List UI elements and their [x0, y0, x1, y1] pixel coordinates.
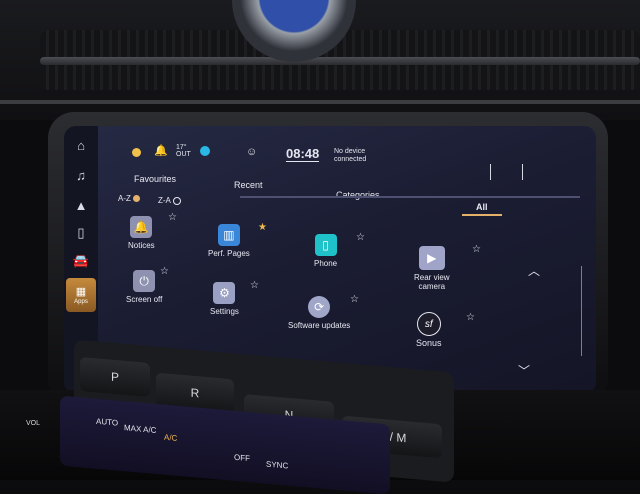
star-icon[interactable]: ☆ — [356, 232, 365, 243]
tab-categories[interactable]: Categories — [336, 190, 380, 200]
bell-icon[interactable]: 🔔 — [154, 144, 168, 157]
app-label: Notices — [128, 241, 155, 250]
profile-icon[interactable]: ☺ — [246, 146, 257, 158]
bar-chart-icon: ▥ — [217, 224, 240, 246]
sidebar-item-apps[interactable]: ▦ Apps — [66, 278, 96, 312]
app-label: Perf. Pages — [208, 249, 250, 258]
star-icon[interactable]: ☆ — [472, 244, 481, 255]
vent-bar — [40, 57, 640, 65]
scroll-down-icon[interactable]: ﹀ — [518, 362, 530, 379]
status-divider-2 — [522, 164, 523, 180]
star-icon[interactable]: ☆ — [350, 294, 359, 305]
phone-side-icon[interactable]: ▯ — [69, 222, 93, 244]
apps-label: Apps — [74, 299, 88, 305]
off-button[interactable]: OFF — [234, 453, 250, 463]
radio-selected-icon — [133, 195, 141, 203]
temp-unit: OUT — [176, 151, 191, 158]
update-icon: ⟳ — [308, 296, 331, 318]
app-label: Settings — [210, 307, 239, 316]
dash-trim — [0, 100, 640, 104]
star-icon[interactable]: ☆ — [160, 266, 169, 277]
gear-icon: ⚙ — [213, 282, 236, 304]
camera-icon: ▶ — [418, 246, 445, 270]
app-perf-pages[interactable]: ▥ Perf. Pages — [208, 224, 250, 258]
outside-temp: 17° OUT — [176, 144, 191, 158]
app-screen-off[interactable]: ⏻ Screen off — [126, 270, 162, 304]
gear-p-label: P — [110, 369, 119, 385]
sort-za[interactable]: Z-A — [158, 196, 181, 205]
apps-grid-icon: ▦ — [75, 286, 87, 298]
active-tab-indicator — [462, 214, 502, 216]
sort-za-label: Z-A — [158, 196, 171, 205]
status-divider — [490, 164, 491, 180]
app-rear-view-camera[interactable]: ▶ Rear view camera — [414, 246, 450, 291]
sort-az-label: A-Z — [118, 194, 131, 203]
tab-favourites[interactable]: Favourites — [134, 174, 176, 184]
auto-button[interactable]: AUTO — [96, 417, 118, 428]
app-sonus[interactable]: sf Sonus — [416, 312, 442, 348]
gear-r-label: R — [190, 385, 200, 401]
star-icon[interactable]: ☆ — [250, 280, 259, 291]
car-icon[interactable]: 🚘 — [69, 250, 93, 272]
star-filled-icon[interactable]: ★ — [258, 222, 267, 233]
phone-icon: ▯ — [314, 234, 337, 256]
tab-all[interactable]: All — [476, 202, 488, 212]
clock-time: 08:48 — [286, 146, 320, 162]
music-icon[interactable]: ♫ — [69, 164, 93, 186]
ac-button[interactable]: A/C — [164, 433, 177, 443]
sort-az[interactable]: A-Z — [118, 194, 141, 203]
temp-value: 17° — [176, 144, 187, 151]
device-line2: connected — [334, 156, 367, 163]
star-icon[interactable]: ☆ — [466, 312, 475, 323]
app-settings[interactable]: ⚙ Settings — [210, 282, 239, 316]
sync-button[interactable]: SYNC — [266, 460, 288, 471]
scroll-up-icon[interactable]: ︿ — [528, 262, 540, 279]
notices-icon: 🔔 — [130, 216, 153, 238]
tab-recent[interactable]: Recent — [234, 180, 263, 190]
power-icon: ⏻ — [133, 270, 156, 292]
app-label-line1: Rear view — [414, 273, 450, 282]
star-icon[interactable]: ☆ — [168, 212, 177, 223]
app-label: Screen off — [126, 295, 163, 304]
device-line1: No device — [334, 148, 366, 155]
sonus-logo-icon: sf — [416, 312, 441, 336]
device-status: No device connected — [334, 148, 366, 164]
app-label: Sonus — [416, 338, 442, 348]
app-label: Phone — [314, 259, 338, 268]
app-notices[interactable]: 🔔 Notices — [128, 216, 155, 250]
radio-unselected-icon — [172, 196, 181, 205]
alexa-icon[interactable] — [200, 146, 210, 158]
app-phone[interactable]: ▯ Phone — [314, 234, 337, 268]
navigation-icon[interactable]: ▲ — [69, 194, 93, 216]
tabs-underline — [240, 196, 580, 198]
volume-label: VOL — [26, 420, 41, 427]
app-label: Software updates — [288, 321, 351, 330]
home-icon[interactable]: ⌂ — [69, 134, 93, 156]
app-label: Rear view camera — [414, 273, 450, 291]
sun-icon — [132, 148, 141, 159]
scrollbar[interactable] — [581, 266, 582, 356]
app-software-updates[interactable]: ⟳ Software updates — [288, 296, 350, 330]
app-label-line2: camera — [418, 282, 446, 291]
gear-p-button[interactable]: P — [80, 356, 150, 398]
max-ac-button[interactable]: MAX A/C — [124, 423, 156, 435]
